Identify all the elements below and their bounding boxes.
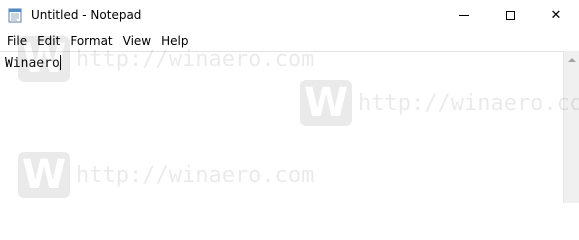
editor-text: Winaero (5, 56, 60, 71)
menu-format[interactable]: Format (65, 31, 117, 51)
close-button[interactable]: ✕ (533, 0, 579, 31)
window-title: Untitled - Notepad (31, 8, 142, 22)
menu-edit[interactable]: Edit (32, 31, 65, 51)
editor-content-line: Winaero (5, 55, 61, 72)
menu-view[interactable]: View (118, 31, 156, 51)
menu-bar: File Edit Format View Help (0, 31, 579, 51)
notepad-window: Untitled - Notepad ✕ File Edit Format Vi… (0, 0, 579, 203)
arrow-up-icon (567, 57, 576, 62)
text-editor[interactable]: Winaero (0, 51, 563, 203)
minimize-icon (459, 15, 469, 16)
minimize-button[interactable] (441, 0, 487, 31)
menu-file[interactable]: File (0, 31, 32, 51)
scroll-up-button[interactable] (564, 51, 579, 68)
text-caret (59, 55, 61, 70)
maximize-icon (505, 11, 515, 20)
notepad-icon[interactable] (7, 7, 23, 23)
vertical-scrollbar[interactable] (563, 51, 579, 203)
title-bar[interactable]: Untitled - Notepad ✕ (0, 0, 579, 31)
close-icon: ✕ (550, 8, 562, 23)
maximize-button[interactable] (487, 0, 533, 31)
menu-help[interactable]: Help (156, 31, 193, 51)
